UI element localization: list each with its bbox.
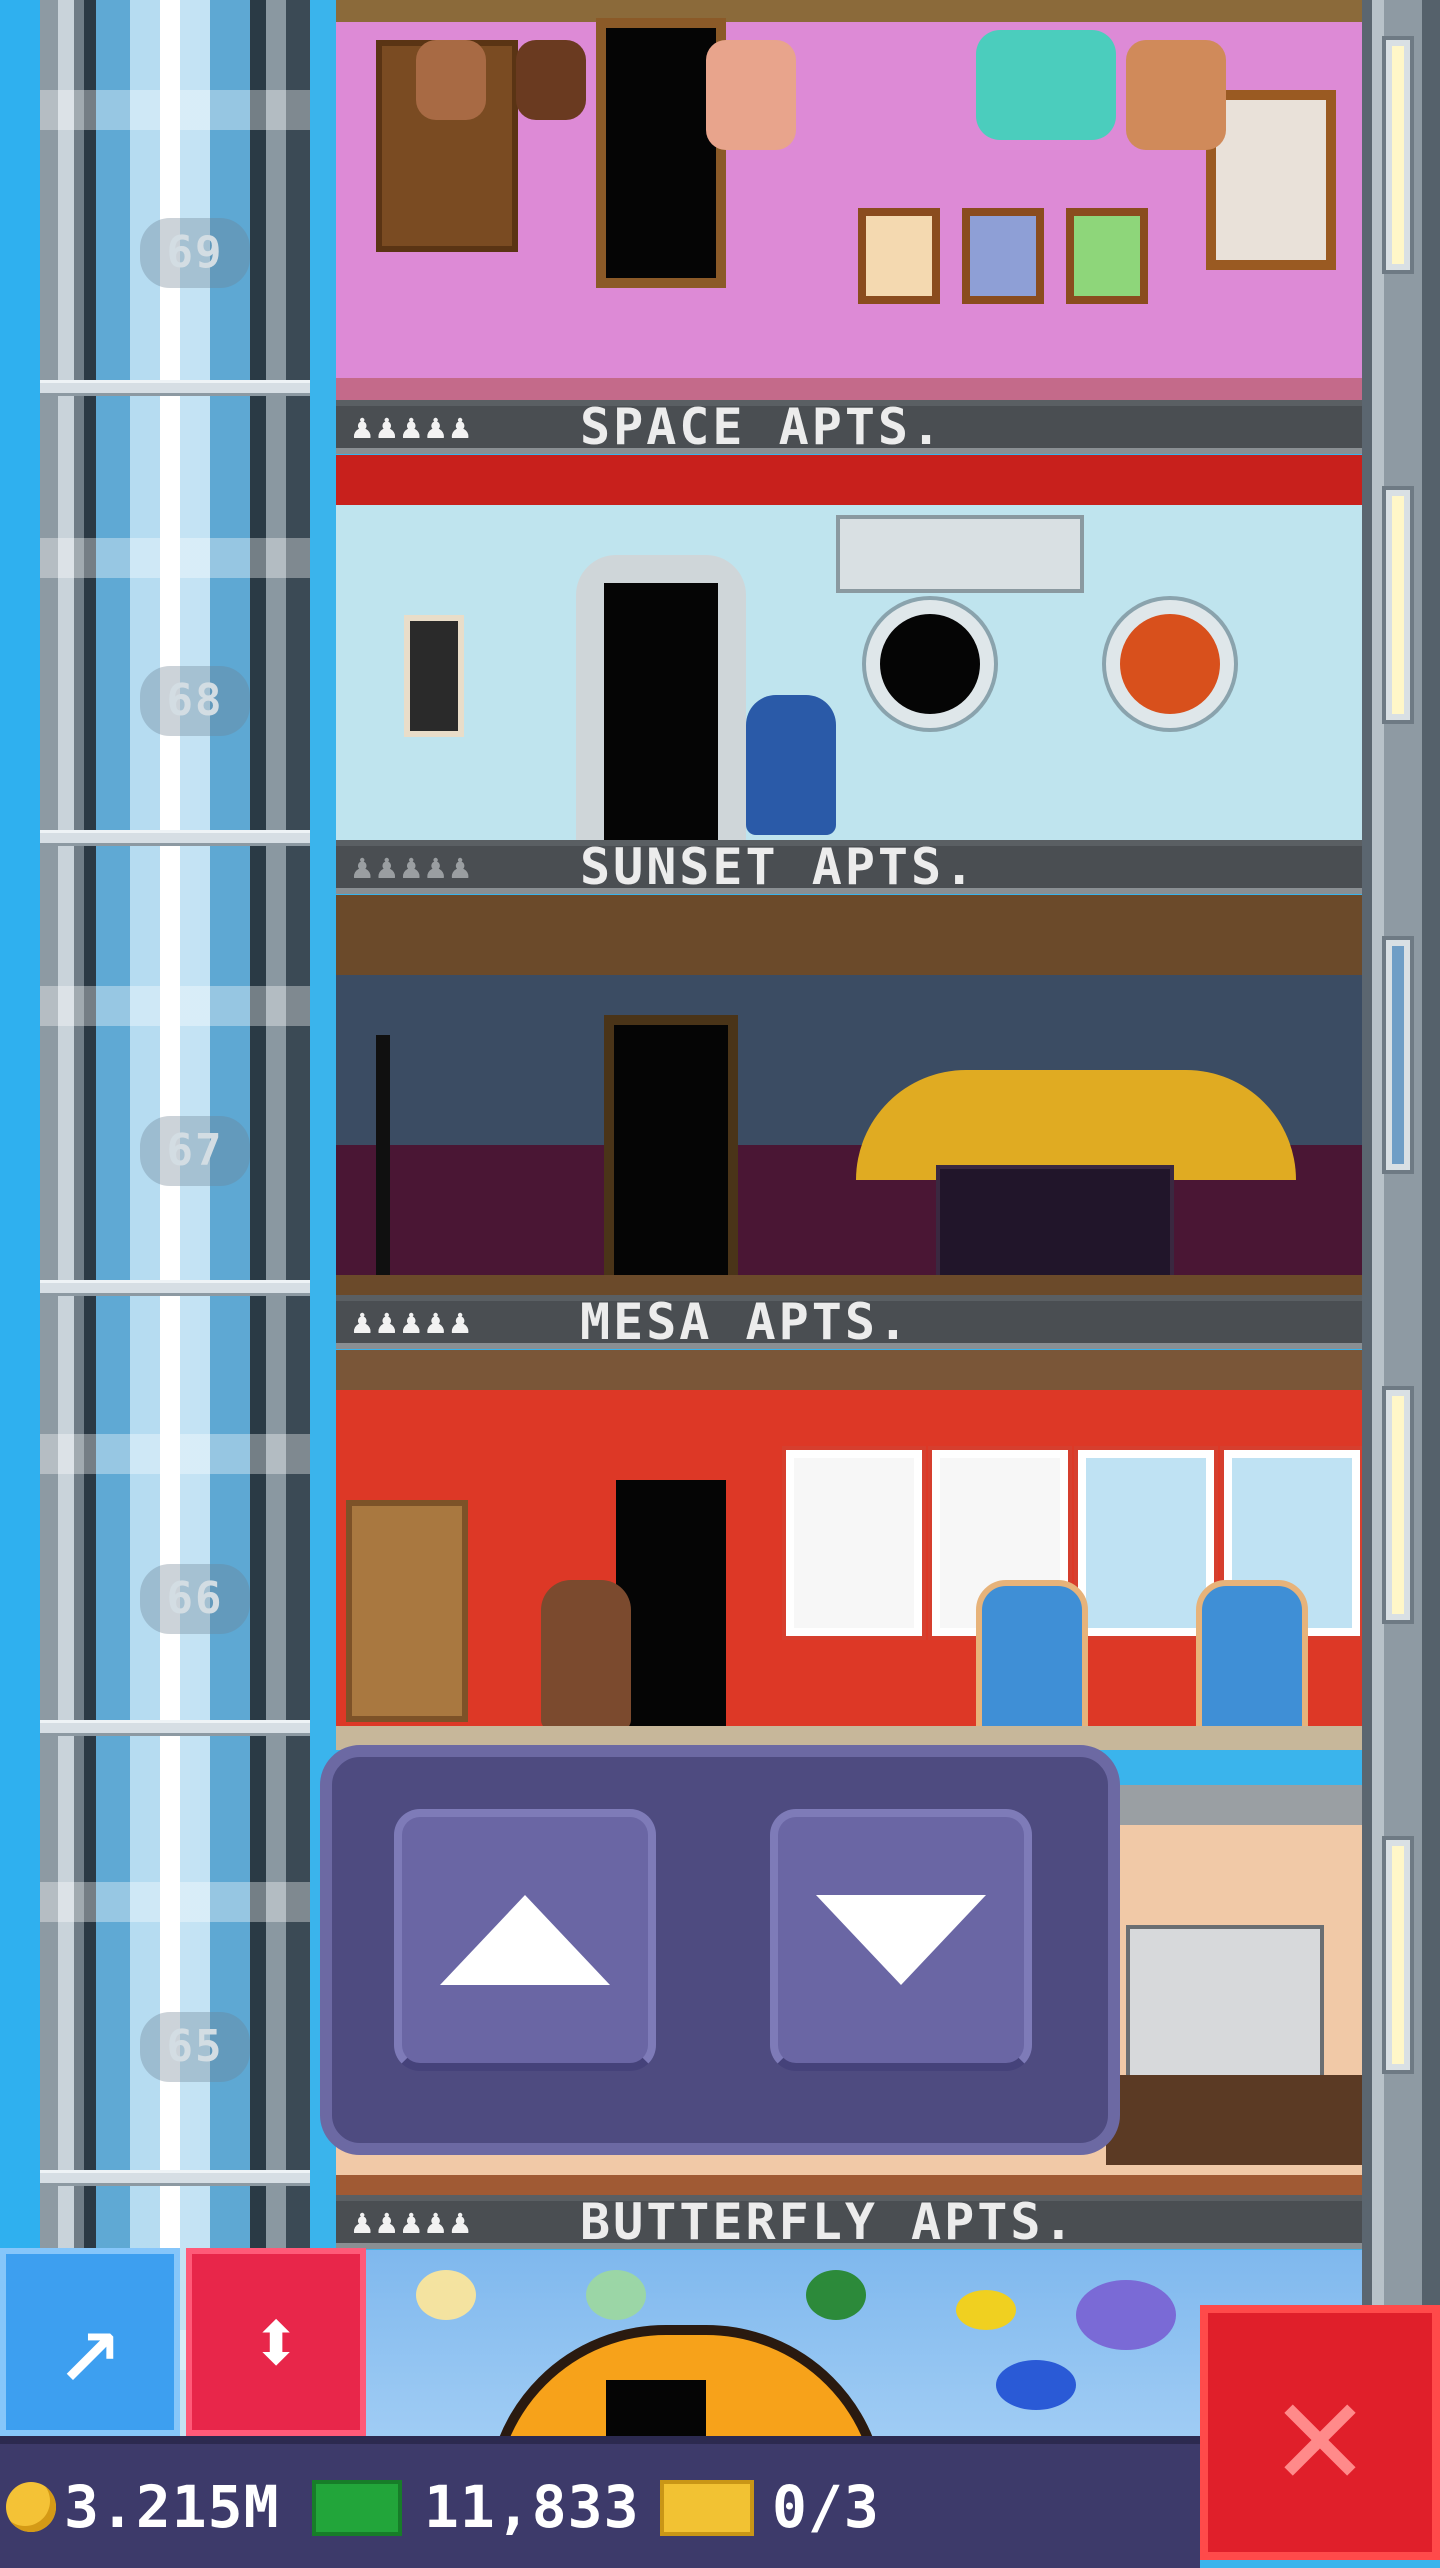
ticket-count: 0/3 (772, 2473, 880, 2541)
shaft-floor-number: 68 (140, 666, 250, 736)
floor-name: SUNSET APTS. (580, 838, 978, 896)
edge-window (1386, 1390, 1410, 1620)
shaft-divider (40, 380, 310, 396)
lamp-post (376, 1035, 390, 1275)
cabinet (1126, 1925, 1324, 2083)
resident[interactable] (706, 40, 796, 150)
floor-name: BUTTERFLY APTS. (580, 2193, 1077, 2251)
shaft-divider (40, 2170, 310, 2186)
close-icon: ✕ (1274, 2345, 1366, 2520)
edge-window (1386, 490, 1410, 720)
wall-panel (404, 615, 464, 737)
shaft-floor-number: 66 (140, 1564, 250, 1634)
sunset-sun (856, 1070, 1296, 1180)
scroll-button[interactable]: ⬍ (186, 2248, 366, 2436)
bookshelf (346, 1500, 468, 1722)
floor-67-sunset-apts[interactable] (336, 895, 1362, 1295)
floor-name: SPACE APTS. (580, 398, 945, 456)
control-panel (836, 515, 1084, 593)
floor-label-bar: ♟♟♟♟♟ BUTTERFLY APTS. (336, 2195, 1362, 2249)
resident[interactable] (541, 1580, 631, 1730)
armchair (1196, 1580, 1308, 1742)
resident-count-icons: ♟♟♟♟♟ (352, 407, 475, 447)
elevator-down-button[interactable] (770, 1809, 1032, 2071)
coin-icon (6, 2482, 56, 2532)
butterfly (956, 2290, 1016, 2330)
resident-count-icons: ♟♟♟♟♟ (352, 1302, 475, 1342)
edge-window (1386, 940, 1410, 1170)
resident[interactable] (746, 695, 836, 835)
door (604, 583, 718, 840)
elevator-controls (320, 1745, 1120, 2155)
floor-69[interactable] (336, 0, 1362, 400)
picture-frame (962, 208, 1044, 304)
butterfly (416, 2270, 476, 2320)
counter (1106, 2075, 1362, 2165)
floor-name: MESA APTS. (580, 1293, 912, 1351)
coin-count: 3.215M (64, 2473, 280, 2541)
elevator-shaft (40, 0, 310, 2460)
shaft-divider (40, 1720, 310, 1736)
picture-frame (858, 208, 940, 304)
floor-66-mesa-apts[interactable] (336, 1350, 1362, 1750)
armchair (976, 30, 1116, 140)
up-down-icon: ⬍ (248, 2289, 304, 2395)
door (604, 1015, 738, 1295)
sofa (936, 1165, 1174, 1283)
ticket-icon (660, 2480, 754, 2536)
close-button[interactable]: ✕ (1200, 2305, 1440, 2560)
floor-label-bar: ♟♟♟♟♟ SPACE APTS. (336, 400, 1362, 454)
resident-count-icons: ♟♟♟♟♟ (352, 847, 475, 887)
floor-label-bar: ♟♟♟♟♟ SUNSET APTS. (336, 840, 1362, 894)
butterfly (1076, 2280, 1176, 2350)
status-bar: 3.215M 11,833 0/3 (0, 2436, 1200, 2568)
bux-count: 11,833 (424, 2473, 640, 2541)
elevator-up-button[interactable] (394, 1809, 656, 2071)
shaft-floor-number: 65 (140, 2012, 250, 2082)
resident-count-icons: ♟♟♟♟♟ (352, 2202, 475, 2242)
edge-window (1386, 40, 1410, 270)
shaft-divider (40, 1280, 310, 1296)
floor-label-bar: ♟♟♟♟♟ MESA APTS. (336, 1295, 1362, 1349)
window (786, 1450, 922, 1636)
sky-background (0, 0, 40, 2460)
window (1078, 1450, 1214, 1636)
shaft-floor-number: 67 (140, 1116, 250, 1186)
armchair (976, 1580, 1088, 1742)
up-arrow-icon (440, 1895, 610, 1985)
shaft-floor-number: 69 (140, 218, 250, 288)
arrow-icon: ↗ (56, 2278, 124, 2406)
resident[interactable] (516, 40, 586, 120)
picture-frame (1066, 208, 1148, 304)
move-button[interactable]: ↗ (0, 2248, 180, 2436)
porthole-window (866, 600, 994, 728)
shaft-divider (40, 830, 310, 846)
resident[interactable] (1126, 40, 1226, 150)
porthole-window (1106, 600, 1234, 728)
down-arrow-icon (816, 1895, 986, 1985)
building-edge (1362, 0, 1440, 2460)
butterfly (996, 2360, 1076, 2410)
door (616, 1480, 726, 1740)
resident[interactable] (416, 40, 486, 120)
edge-window (1386, 1840, 1410, 2070)
floor-68-space-apts[interactable] (336, 455, 1362, 840)
bux-icon (312, 2480, 402, 2536)
butterfly (806, 2270, 866, 2320)
butterfly (586, 2270, 646, 2320)
